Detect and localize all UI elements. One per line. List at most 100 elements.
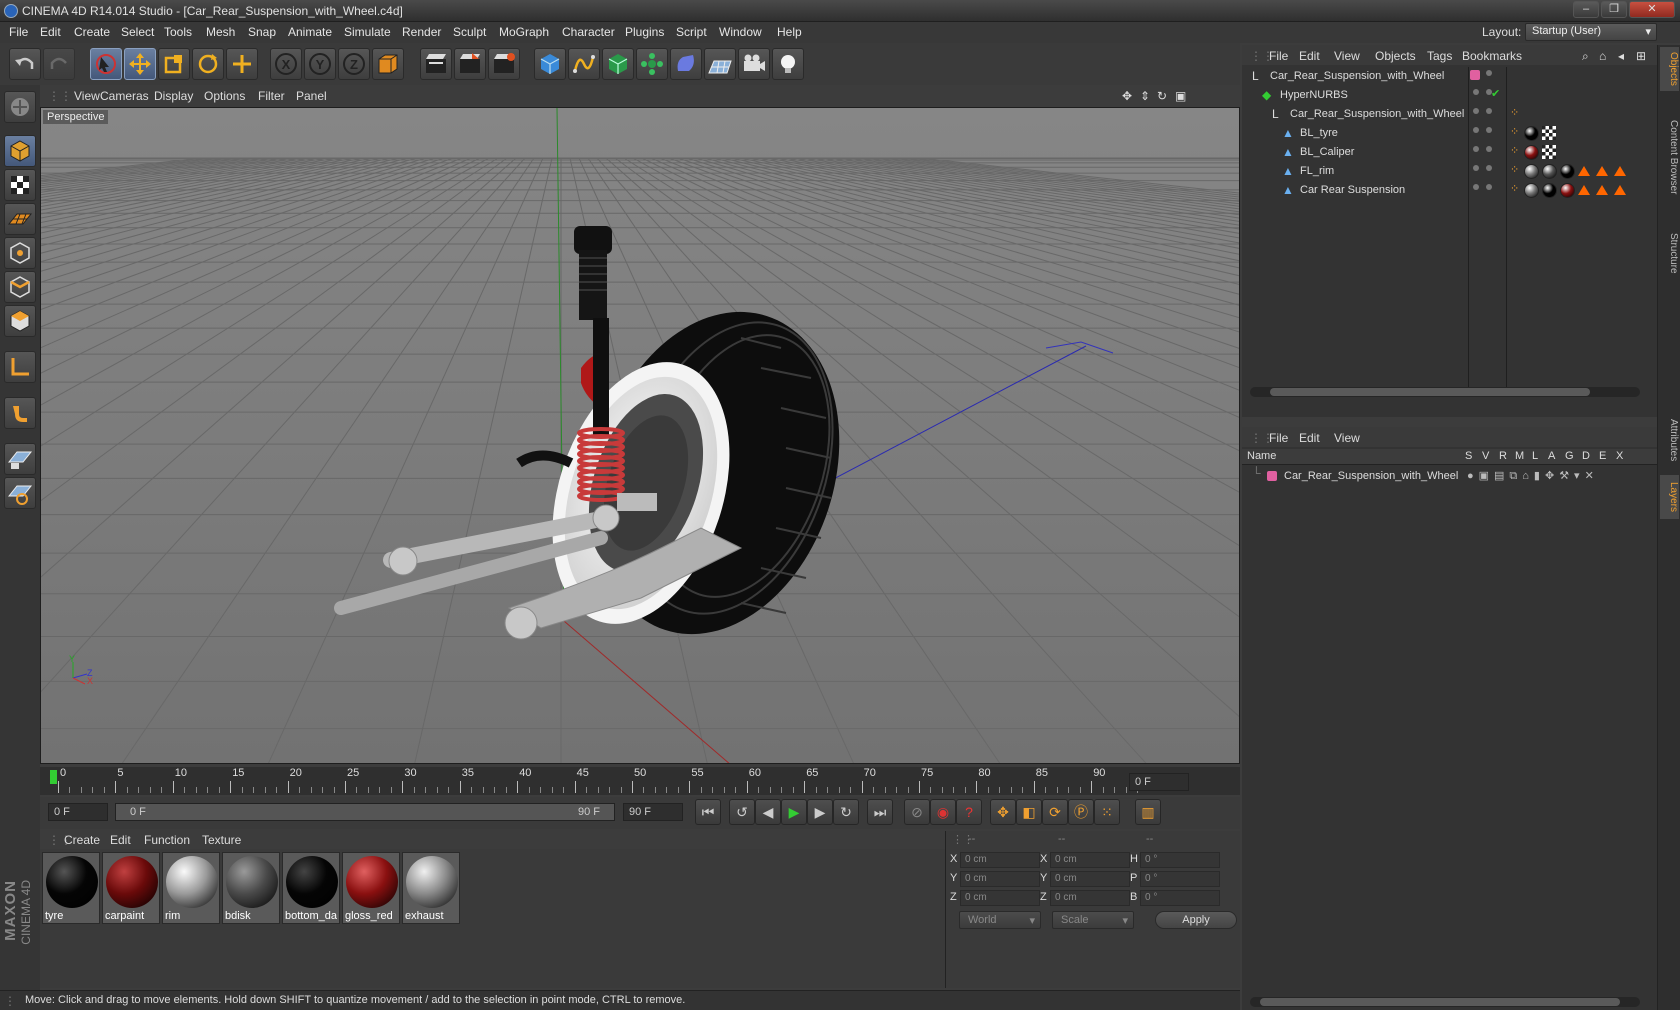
maximize-view-icon[interactable]: ▣ [1175,89,1186,103]
end-frame-field[interactable]: 90 F [623,803,683,821]
maximize-button[interactable]: ❐ [1601,1,1627,18]
layer-menu-file[interactable]: File [1269,431,1288,445]
coord-input[interactable]: 0 ° [1140,890,1220,906]
phong-tag-icon[interactable]: ⁘ [1510,182,1519,195]
menu-window[interactable]: Window [719,25,762,39]
phong-tag-icon[interactable]: ⁘ [1510,106,1519,119]
obj-menu-tags[interactable]: Tags [1427,49,1452,63]
object-name[interactable]: Car_Rear_Suspension_with_Wheel [1270,70,1444,82]
floor-icon[interactable] [704,48,736,80]
move-key-icon[interactable]: ✥ [990,799,1016,825]
editor-visibility-dot[interactable] [1473,89,1479,95]
tab-structure[interactable]: Structure [1660,223,1679,283]
nurbs-icon[interactable] [602,48,634,80]
obj-menu-objects[interactable]: Objects [1375,49,1416,63]
polygons-mode-icon[interactable] [4,305,36,337]
tab-attributes[interactable]: Attributes [1660,410,1679,470]
move-icon[interactable] [124,48,156,80]
search-icon[interactable]: ⌕ [1582,49,1589,64]
object-name[interactable]: HyperNURBS [1280,89,1348,101]
z-axis-icon[interactable]: Z [338,48,370,80]
texture-mode-icon[interactable] [4,169,36,201]
next-frame-icon[interactable]: ▶ [807,799,833,825]
object-row[interactable]: L Car_Rear_Suspension_with_Wheel ⁘ [1242,105,1657,124]
editor-visibility-dot[interactable] [1473,146,1479,152]
editor-visibility-dot[interactable] [1473,127,1479,133]
material-tag-icon[interactable] [1560,164,1575,179]
go-to-end-icon[interactable]: ⏭ [867,799,893,825]
editor-visibility-dot[interactable] [1473,184,1479,190]
render-visibility-dot[interactable] [1486,146,1492,152]
minimize-button[interactable]: – [1573,1,1599,18]
mat-menu-edit[interactable]: Edit [110,833,131,847]
selection-tag-icon[interactable] [1596,166,1608,176]
menu-file[interactable]: File [9,25,28,39]
rotate-icon[interactable] [192,48,224,80]
redo-icon[interactable] [43,48,75,80]
points-mode-icon[interactable] [4,237,36,269]
menu-mesh[interactable]: Mesh [206,25,235,39]
next-key-icon[interactable]: ↻ [833,799,859,825]
enabled-check-icon[interactable]: ✔ [1491,87,1500,100]
axis-mode-icon[interactable] [4,351,36,383]
make-editable-icon[interactable] [4,91,36,123]
model-mode-icon[interactable] [4,135,36,167]
x-axis-icon[interactable]: X [270,48,302,80]
array-icon[interactable] [636,48,668,80]
layer-menu-edit[interactable]: Edit [1299,431,1320,445]
pan-view-icon[interactable]: ✥ [1122,89,1132,103]
workplane-icon[interactable] [4,203,36,235]
spline-icon[interactable] [568,48,600,80]
layer-col-a[interactable]: A [1548,450,1555,462]
render-visibility-dot[interactable] [1486,184,1492,190]
layer-col-s[interactable]: S [1465,450,1472,462]
coord-input[interactable]: 0 cm [1050,871,1130,887]
editor-visibility-dot[interactable] [1473,165,1479,171]
selection-tag-icon[interactable] [1578,166,1590,176]
close-button[interactable]: ✕ [1629,1,1675,18]
add-icon[interactable] [226,48,258,80]
tab-content-browser[interactable]: Content Browser [1660,97,1679,217]
rotate-view-icon[interactable]: ↻ [1157,89,1167,103]
record-icon[interactable]: ⊘ [904,799,930,825]
material-tag-icon[interactable] [1524,126,1539,141]
layer-col-x[interactable]: X [1616,450,1623,462]
soft-selection-icon[interactable] [4,477,36,509]
menu-edit[interactable]: Edit [40,25,61,39]
coord-input[interactable]: 0 ° [1140,871,1220,887]
keyframe-selection-icon[interactable]: ? [956,799,982,825]
render-visibility-dot[interactable] [1486,165,1492,171]
object-row[interactable]: L Car_Rear_Suspension_with_Wheel [1242,67,1657,86]
timeline-icon[interactable]: ▥ [1135,799,1161,825]
material-swatch[interactable]: carpaint [102,852,160,924]
render-visibility-dot[interactable] [1486,127,1492,133]
menu-create[interactable]: Create [74,25,110,39]
object-name[interactable]: BL_tyre [1300,127,1338,139]
menu-render[interactable]: Render [402,25,441,39]
param-key-icon[interactable]: Ⓟ [1068,799,1094,825]
layer-name[interactable]: Car_Rear_Suspension_with_Wheel [1284,470,1458,482]
previous-frame-icon[interactable]: ◀ [755,799,781,825]
selection-tag-icon[interactable] [1596,185,1608,195]
scroll-thumb[interactable] [1270,388,1590,396]
layer-menu-view[interactable]: View [1334,431,1360,445]
mat-menu-texture[interactable]: Texture [202,833,241,847]
home-icon[interactable]: ⌂ [1599,49,1606,63]
current-frame-field[interactable]: 0 F [1129,773,1189,791]
layer-col-g[interactable]: G [1565,450,1574,462]
light-icon[interactable] [772,48,804,80]
object-row[interactable]: ▲ FL_rim ⁘ [1242,162,1657,181]
apply-button[interactable]: Apply [1155,911,1237,929]
perspective-viewport[interactable]: Perspective Y Z X [40,107,1240,764]
tab-layers[interactable]: Layers [1660,475,1679,519]
cube-icon[interactable] [534,48,566,80]
start-frame-field[interactable]: 0 F [48,803,108,821]
play-icon[interactable]: ▶ [781,799,807,825]
camera-icon[interactable] [738,48,770,80]
layer-col-d[interactable]: D [1582,450,1590,462]
coord-space-dropdown[interactable]: World ▾ [959,911,1041,929]
vp-menu-display[interactable]: Display [154,89,193,103]
material-swatch[interactable]: gloss_red [342,852,400,924]
menu-script[interactable]: Script [676,25,707,39]
layer-col-m[interactable]: M [1515,450,1524,462]
